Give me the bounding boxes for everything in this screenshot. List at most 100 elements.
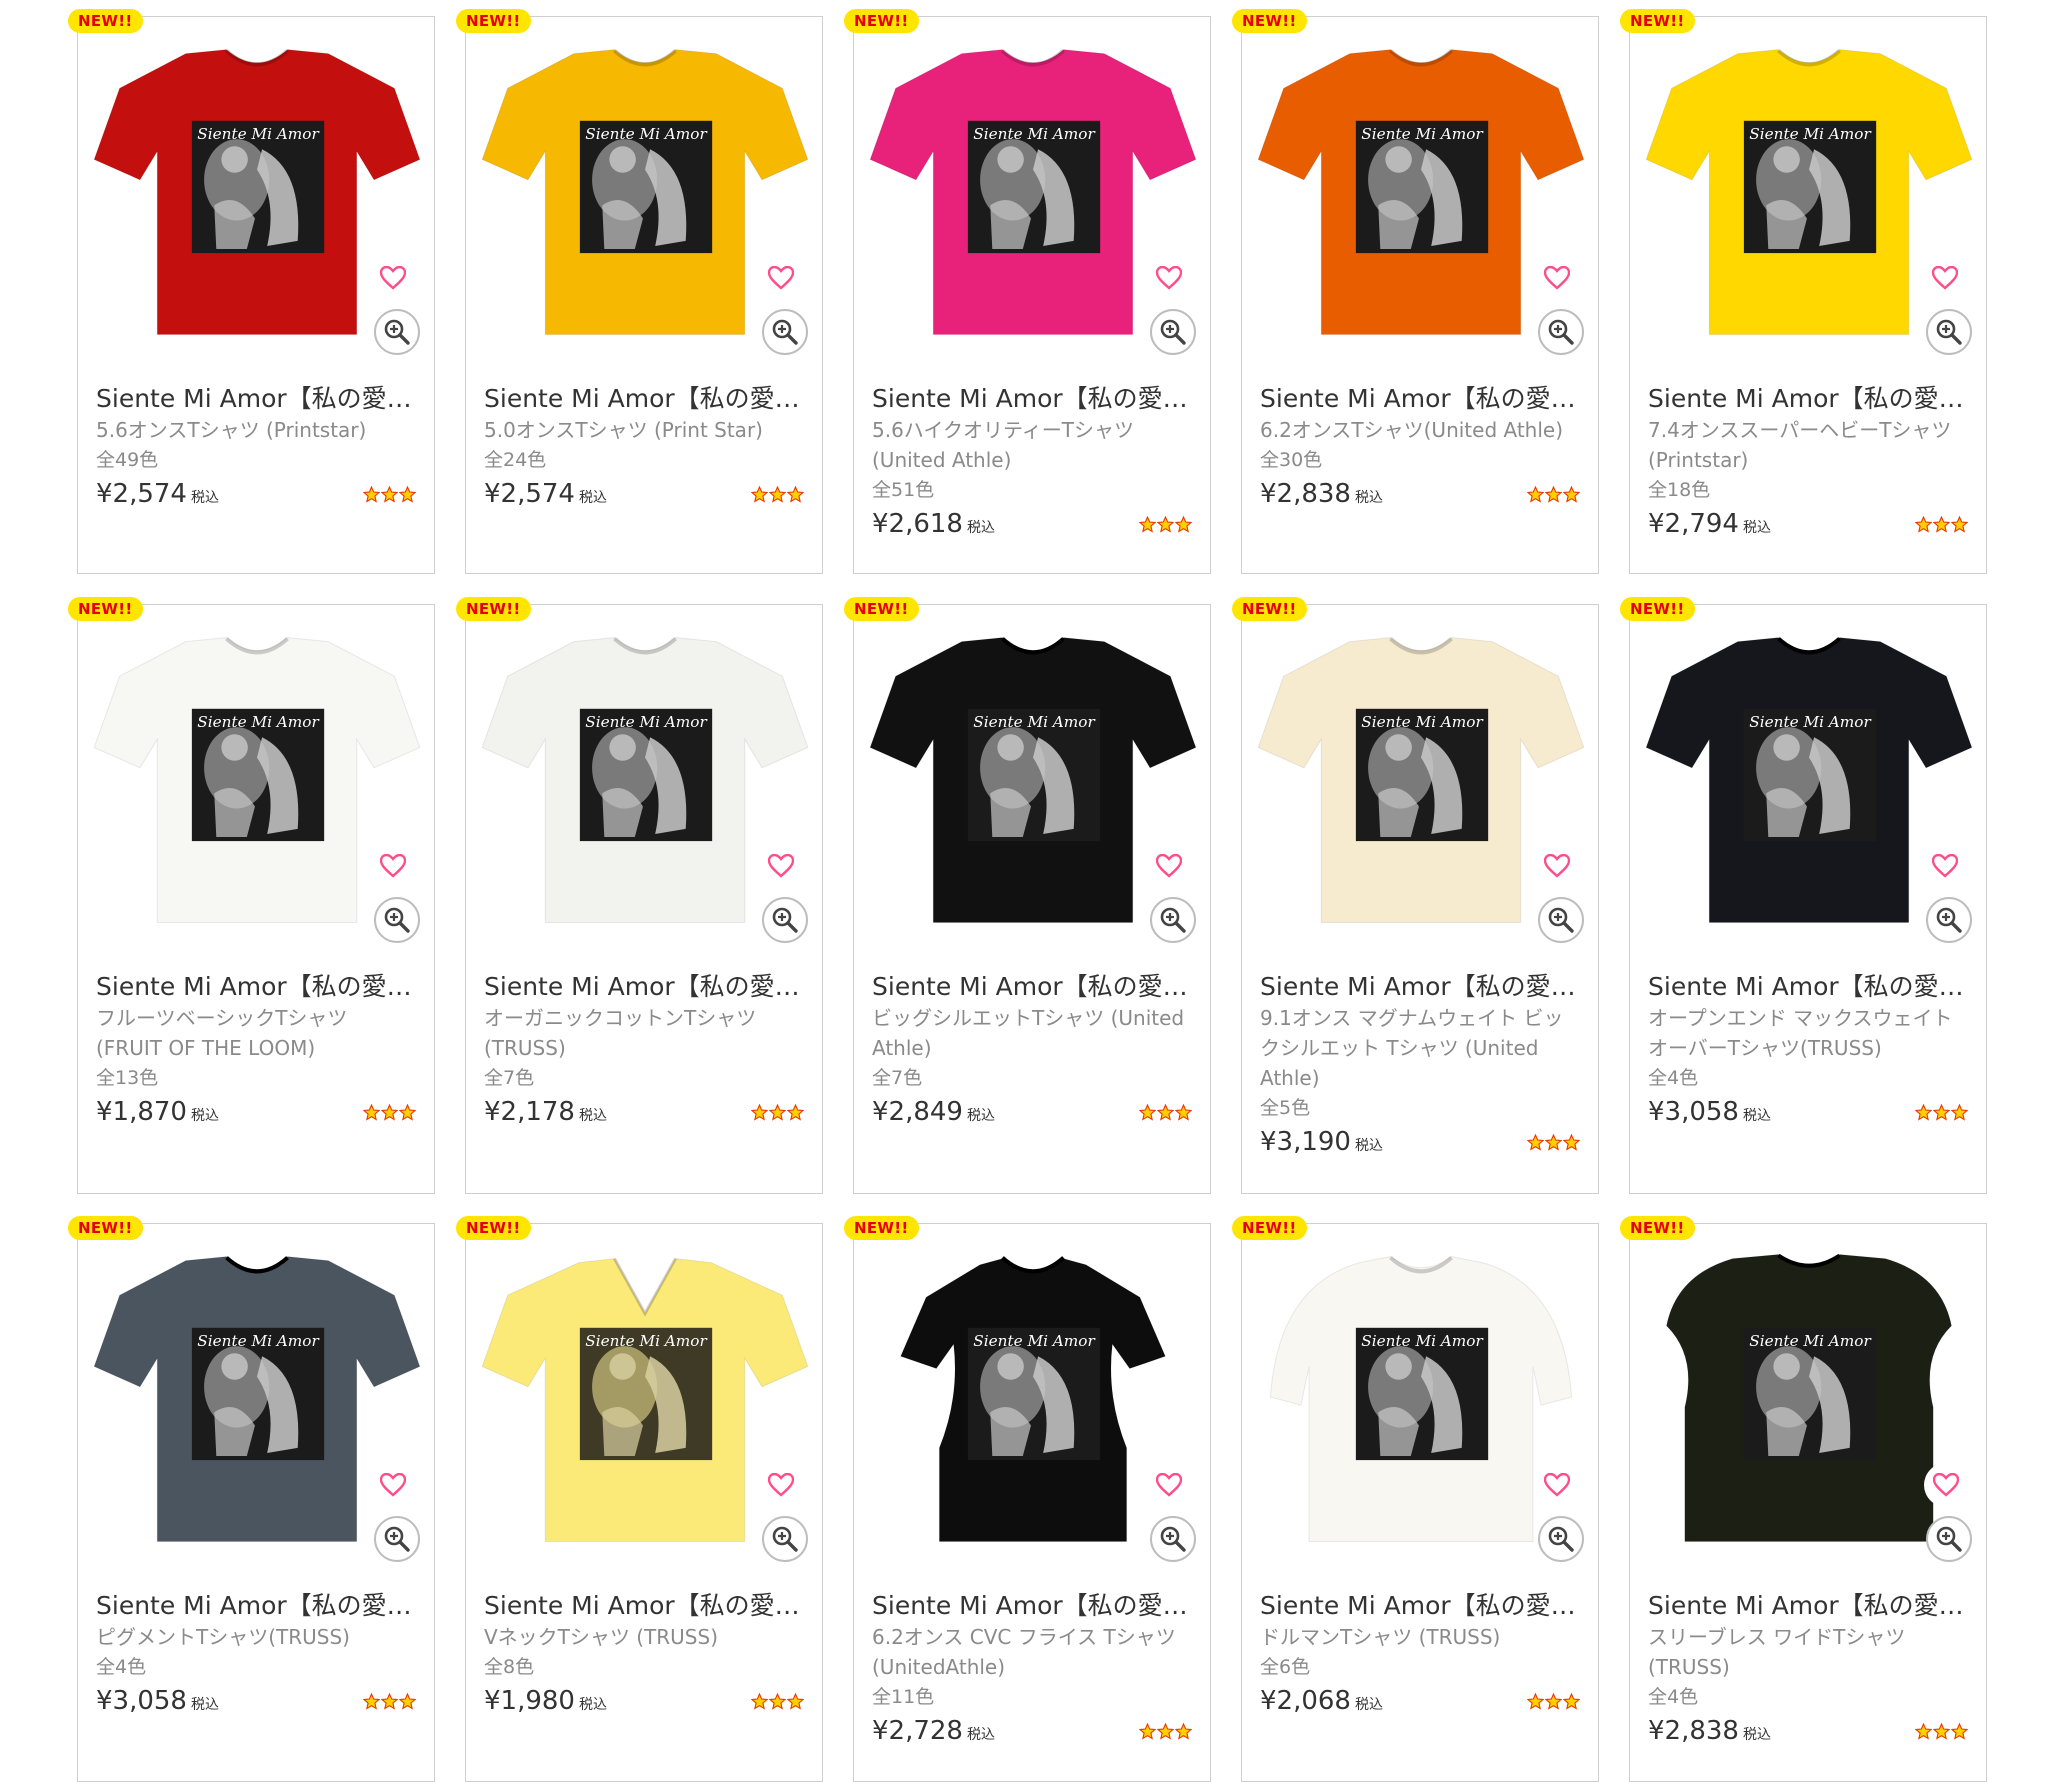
product-card[interactable]: NEW!! Siente Mi Amor Siente Mi Amor【私の愛…… <box>844 597 1211 1194</box>
product-title[interactable]: Siente Mi Amor【私の愛… <box>872 1590 1192 1622</box>
product-image-area[interactable]: Siente Mi Amor <box>1630 17 1986 373</box>
star-icon <box>769 485 786 503</box>
product-card[interactable]: NEW!! Siente Mi Amor Siente Mi Amor【私の愛…… <box>456 1216 823 1782</box>
product-image-area[interactable]: Siente Mi Amor <box>78 1224 434 1580</box>
favorite-heart-icon[interactable] <box>1542 263 1572 293</box>
tshirt-image[interactable]: Siente Mi Amor <box>472 1238 818 1556</box>
product-image-area[interactable]: Siente Mi Amor <box>854 1224 1210 1580</box>
zoom-magnifier-icon[interactable] <box>1538 309 1584 355</box>
zoom-magnifier-icon[interactable] <box>762 309 808 355</box>
product-image-area[interactable]: Siente Mi Amor <box>466 17 822 373</box>
star-icon <box>1175 515 1192 533</box>
product-card[interactable]: NEW!! Siente Mi Amor Siente Mi Amor【私の愛…… <box>68 1216 435 1782</box>
product-title[interactable]: Siente Mi Amor【私の愛… <box>1260 383 1580 415</box>
product-title[interactable]: Siente Mi Amor【私の愛… <box>96 971 416 1003</box>
product-image-area[interactable]: Siente Mi Amor <box>1242 605 1598 961</box>
zoom-magnifier-icon[interactable] <box>1150 897 1196 943</box>
product-card[interactable]: NEW!! Siente Mi Amor Siente Mi Amor【私の愛…… <box>68 9 435 574</box>
tshirt-image[interactable]: Siente Mi Amor <box>472 31 818 349</box>
zoom-magnifier-icon[interactable] <box>374 309 420 355</box>
product-image-area[interactable]: Siente Mi Amor <box>78 17 434 373</box>
tshirt-image[interactable]: Siente Mi Amor <box>84 619 430 937</box>
favorite-heart-icon[interactable] <box>378 263 408 293</box>
new-badge: NEW!! <box>1232 9 1307 33</box>
zoom-magnifier-icon[interactable] <box>762 897 808 943</box>
product-card[interactable]: NEW!! Siente Mi Amor Siente Mi Amor【私の愛…… <box>1232 9 1599 574</box>
tshirt-image[interactable]: Siente Mi Amor <box>1248 1238 1594 1556</box>
product-image-area[interactable]: Siente Mi Amor <box>1242 17 1598 373</box>
product-title[interactable]: Siente Mi Amor【私の愛… <box>1260 1590 1580 1622</box>
product-type: 6.2オンスTシャツ(United Athle) <box>1260 418 1564 442</box>
zoom-magnifier-icon[interactable] <box>374 897 420 943</box>
product-card[interactable]: NEW!! Siente Mi Amor Siente Mi Amor【私の愛…… <box>1620 9 1987 574</box>
zoom-magnifier-icon[interactable] <box>1926 309 1972 355</box>
zoom-magnifier-icon[interactable] <box>1538 1516 1584 1562</box>
favorite-heart-icon[interactable] <box>766 1470 796 1500</box>
zoom-magnifier-icon[interactable] <box>1538 897 1584 943</box>
product-image-area[interactable]: Siente Mi Amor <box>854 17 1210 373</box>
zoom-magnifier-icon[interactable] <box>1926 1516 1972 1562</box>
tshirt-image[interactable]: Siente Mi Amor <box>1636 1238 1982 1556</box>
tshirt-image[interactable]: Siente Mi Amor <box>1636 619 1982 937</box>
product-type: スリーブレス ワイドTシャツ (TRUSS) <box>1648 1625 1906 1679</box>
product-title[interactable]: Siente Mi Amor【私の愛… <box>96 1590 416 1622</box>
product-card[interactable]: NEW!! Siente Mi Amor Siente Mi Amor【私の愛…… <box>1232 597 1599 1194</box>
product-title[interactable]: Siente Mi Amor【私の愛… <box>1260 971 1580 1003</box>
product-card[interactable]: NEW!! Siente Mi Amor Siente Mi Amor【私の愛…… <box>1620 1216 1987 1782</box>
product-card[interactable]: NEW!! Siente Mi Amor Siente Mi Amor【私の愛…… <box>456 597 823 1194</box>
tshirt-image[interactable]: Siente Mi Amor <box>860 31 1206 349</box>
product-image-area[interactable]: Siente Mi Amor <box>1630 1224 1986 1580</box>
favorite-heart-icon[interactable] <box>1154 851 1184 881</box>
zoom-magnifier-icon[interactable] <box>1926 897 1972 943</box>
tshirt-image[interactable]: Siente Mi Amor <box>84 1238 430 1556</box>
price: ¥3,190 <box>1260 1127 1351 1157</box>
product-title[interactable]: Siente Mi Amor【私の愛… <box>1648 383 1968 415</box>
product-title[interactable]: Siente Mi Amor【私の愛… <box>96 383 416 415</box>
favorite-heart-icon[interactable] <box>378 851 408 881</box>
product-image-area[interactable]: Siente Mi Amor <box>466 1224 822 1580</box>
tshirt-image[interactable]: Siente Mi Amor <box>860 619 1206 937</box>
favorite-heart-icon[interactable] <box>766 263 796 293</box>
product-card[interactable]: NEW!! Siente Mi Amor Siente Mi Amor【私の愛…… <box>456 9 823 574</box>
favorite-heart-icon[interactable] <box>1930 851 1960 881</box>
product-image-area[interactable]: Siente Mi Amor <box>78 605 434 961</box>
favorite-heart-icon[interactable] <box>1924 1463 1968 1507</box>
tshirt-image[interactable]: Siente Mi Amor <box>472 619 818 937</box>
print-artwork: Siente Mi Amor <box>1743 708 1877 842</box>
star-icon <box>1933 1722 1950 1740</box>
favorite-heart-icon[interactable] <box>1154 1470 1184 1500</box>
product-image-area[interactable]: Siente Mi Amor <box>1630 605 1986 961</box>
favorite-heart-icon[interactable] <box>378 1470 408 1500</box>
tshirt-image[interactable]: Siente Mi Amor <box>1248 619 1594 937</box>
product-title[interactable]: Siente Mi Amor【私の愛… <box>872 383 1192 415</box>
tshirt-image[interactable]: Siente Mi Amor <box>1248 31 1594 349</box>
product-title[interactable]: Siente Mi Amor【私の愛… <box>484 971 804 1003</box>
product-title[interactable]: Siente Mi Amor【私の愛… <box>1648 1590 1968 1622</box>
product-image-area[interactable]: Siente Mi Amor <box>1242 1224 1598 1580</box>
zoom-magnifier-icon[interactable] <box>374 1516 420 1562</box>
favorite-heart-icon[interactable] <box>766 851 796 881</box>
favorite-heart-icon[interactable] <box>1154 263 1184 293</box>
favorite-heart-icon[interactable] <box>1542 1470 1572 1500</box>
product-title[interactable]: Siente Mi Amor【私の愛… <box>484 1590 804 1622</box>
product-image-area[interactable]: Siente Mi Amor <box>854 605 1210 961</box>
product-title[interactable]: Siente Mi Amor【私の愛… <box>872 971 1192 1003</box>
product-card[interactable]: NEW!! Siente Mi Amor Siente Mi Amor【私の愛…… <box>1620 597 1987 1194</box>
product-image-area[interactable]: Siente Mi Amor <box>466 605 822 961</box>
tshirt-image[interactable]: Siente Mi Amor <box>84 31 430 349</box>
zoom-magnifier-icon[interactable] <box>1150 1516 1196 1562</box>
product-card[interactable]: NEW!! Siente Mi Amor Siente Mi Amor【私の愛…… <box>1232 1216 1599 1782</box>
zoom-magnifier-icon[interactable] <box>762 1516 808 1562</box>
price-row: ¥2,838 税込 <box>1648 1716 1968 1746</box>
zoom-magnifier-icon[interactable] <box>1150 309 1196 355</box>
favorite-heart-icon[interactable] <box>1542 851 1572 881</box>
favorite-heart-icon[interactable] <box>1930 263 1960 293</box>
tshirt-image[interactable]: Siente Mi Amor <box>860 1238 1206 1556</box>
product-card[interactable]: NEW!! Siente Mi Amor Siente Mi Amor【私の愛…… <box>844 9 1211 574</box>
product-card[interactable]: NEW!! Siente Mi Amor Siente Mi Amor【私の愛…… <box>844 1216 1211 1782</box>
product-card[interactable]: NEW!! Siente Mi Amor Siente Mi Amor【私の愛…… <box>68 597 435 1194</box>
product-title[interactable]: Siente Mi Amor【私の愛… <box>484 383 804 415</box>
rating-stars <box>1527 1692 1580 1710</box>
tshirt-image[interactable]: Siente Mi Amor <box>1636 31 1982 349</box>
product-title[interactable]: Siente Mi Amor【私の愛… <box>1648 971 1968 1003</box>
